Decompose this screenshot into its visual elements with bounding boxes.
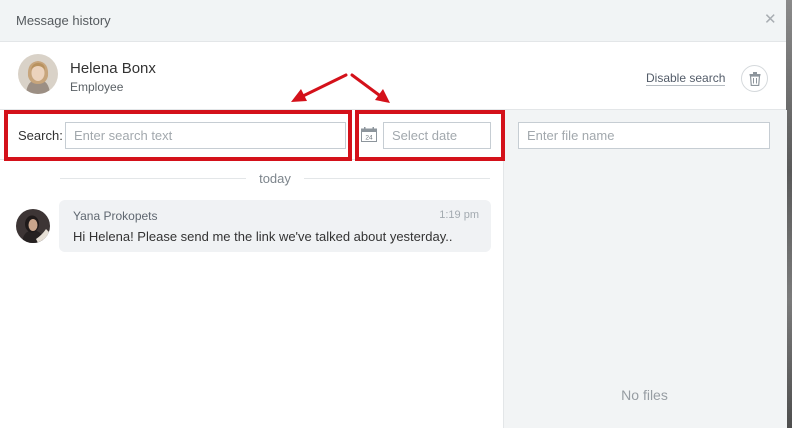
annotation-arrows <box>291 73 390 103</box>
annotation-arrowhead-right <box>375 89 390 103</box>
annotation-arrow-left <box>301 73 348 98</box>
annotation-arrow-right <box>350 73 381 97</box>
